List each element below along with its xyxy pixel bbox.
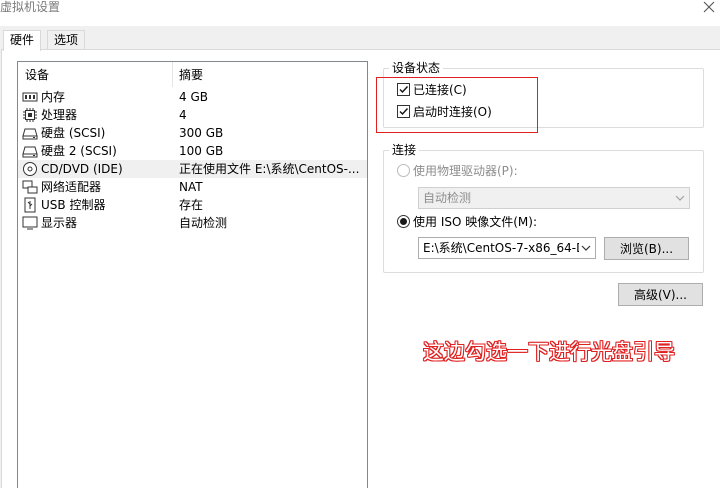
column-header-summary[interactable]: 摘要 [179, 68, 203, 82]
physical-drive-select[interactable]: 自动检测 [418, 187, 690, 209]
annotation-text: 这边勾选一下进行光盘引导 [423, 340, 675, 364]
hard-disk-icon [22, 146, 38, 158]
device-summary: 4 [179, 108, 187, 122]
tab-strip: 硬件 选项 [0, 30, 720, 51]
title-bar: 虚拟机设置 [0, 0, 720, 26]
device-row-hard-disk-2[interactable]: 硬盘 2 (SCSI) 100 GB [18, 142, 367, 160]
iso-image-radio[interactable] [397, 215, 410, 228]
device-name: 硬盘 (SCSI) [41, 126, 106, 140]
device-summary: 正在使用文件 E:\系统\CentOS-... [179, 162, 360, 176]
physical-drive-label[interactable]: 使用物理驱动器(P): [413, 164, 518, 178]
radio-dot [400, 218, 407, 225]
hard-disk-icon [22, 128, 38, 140]
device-name: USB 控制器 [41, 198, 106, 212]
close-button[interactable] [697, 0, 720, 14]
device-list[interactable]: 设备 摘要 内存 4 GB 处理器 4 硬盘 (SCSI) 300 GB 硬盘 … [17, 61, 368, 488]
close-icon [703, 1, 714, 13]
device-status-label: 设备状态 [389, 61, 444, 75]
column-header-device[interactable]: 设备 [25, 68, 49, 82]
iso-image-label[interactable]: 使用 ISO 映像文件(M): [413, 215, 537, 229]
device-summary: NAT [179, 180, 203, 194]
connection-label: 连接 [389, 143, 420, 157]
device-summary: 100 GB [179, 144, 224, 158]
device-row-display[interactable]: 显示器 自动检测 [18, 214, 367, 232]
processor-icon [23, 108, 37, 122]
device-row-hard-disk[interactable]: 硬盘 (SCSI) 300 GB [18, 124, 367, 142]
device-summary: 自动检测 [179, 216, 228, 230]
device-name: 内存 [41, 90, 66, 104]
tab-hardware[interactable]: 硬件 [3, 30, 42, 51]
tab-options[interactable]: 选项 [47, 30, 86, 51]
device-row-processor[interactable]: 处理器 4 [18, 106, 367, 124]
device-summary: 300 GB [179, 126, 224, 140]
device-name: 显示器 [41, 216, 78, 230]
device-summary: 存在 [179, 198, 204, 212]
device-summary: 4 GB [179, 90, 208, 104]
advanced-button[interactable]: 高级(V)... [618, 283, 703, 306]
network-adapter-icon [22, 180, 38, 194]
chevron-down-icon [675, 195, 685, 201]
usb-icon [24, 197, 36, 213]
physical-drive-value: 自动检测 [423, 191, 472, 205]
physical-drive-radio[interactable] [397, 164, 410, 177]
device-row-network-adapter[interactable]: 网络适配器 NAT [18, 178, 367, 196]
annotation-highlight-box [376, 77, 538, 133]
list-header: 设备 摘要 [18, 62, 367, 87]
device-name: 网络适配器 [41, 180, 102, 194]
device-row-memory[interactable]: 内存 4 GB [18, 88, 367, 106]
column-divider[interactable] [172, 62, 173, 87]
device-name: 处理器 [41, 108, 78, 122]
iso-path-combobox[interactable]: E:\系统\CentOS-7-x86_64-D [418, 237, 596, 259]
display-icon [22, 216, 38, 230]
window-title: 虚拟机设置 [0, 0, 61, 14]
cd-dvd-icon [23, 162, 37, 176]
chevron-down-icon [581, 245, 591, 251]
memory-icon [22, 92, 38, 102]
device-row-usb-controller[interactable]: USB 控制器 存在 [18, 196, 367, 214]
device-name: CD/DVD (IDE) [41, 162, 123, 176]
browse-button[interactable]: 浏览(B)... [604, 237, 689, 260]
device-row-cd-dvd[interactable]: CD/DVD (IDE) 正在使用文件 E:\系统\CentOS-... [18, 160, 367, 178]
iso-path-value: E:\系统\CentOS-7-x86_64-D [423, 241, 579, 255]
device-name: 硬盘 2 (SCSI) [41, 144, 117, 158]
